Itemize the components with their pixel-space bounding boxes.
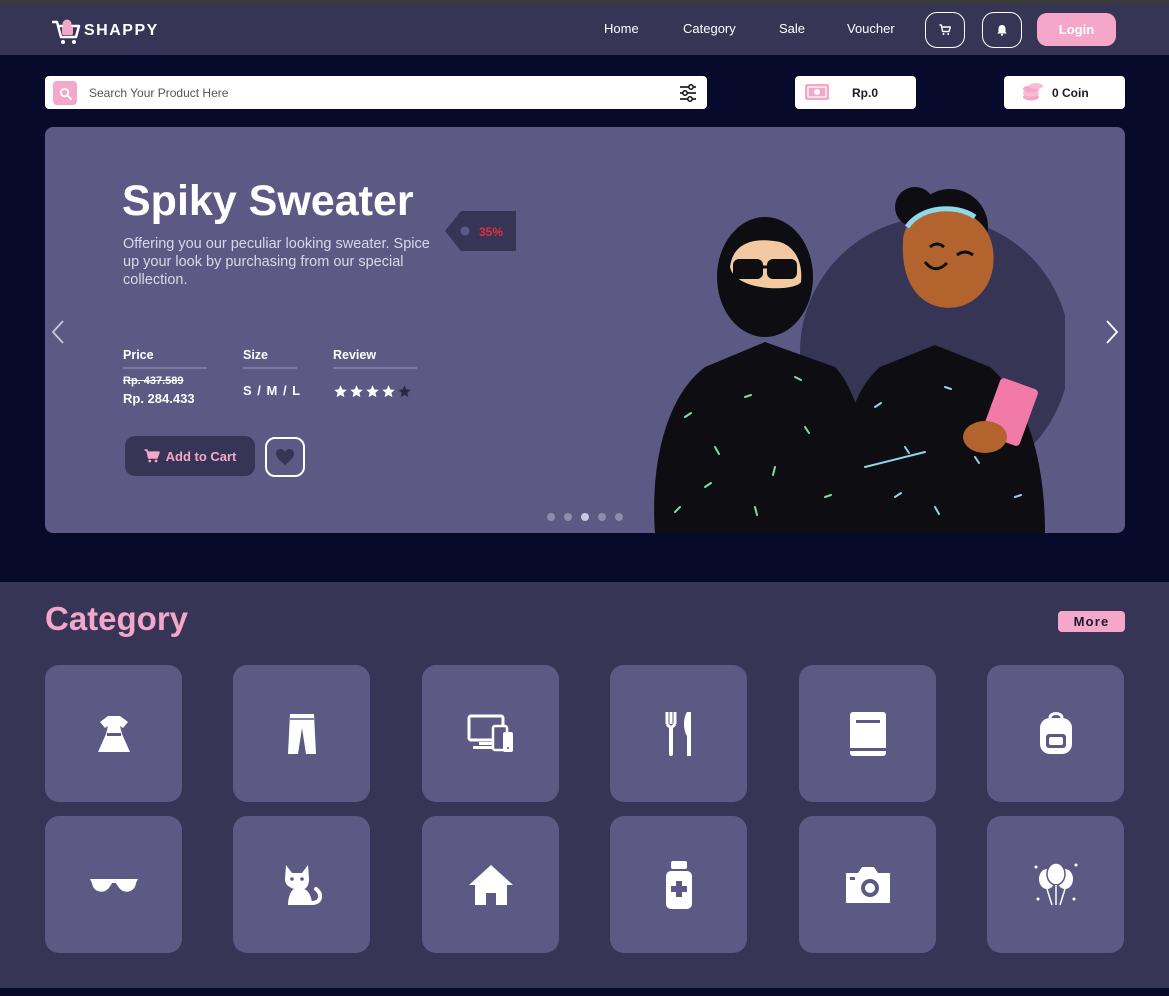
coin-pill[interactable]: 0 Coin xyxy=(1004,76,1125,109)
category-tile-clothing[interactable] xyxy=(45,665,182,802)
star-icon xyxy=(350,385,363,398)
balloons-icon xyxy=(1034,861,1077,905)
discount-badge: 35% xyxy=(479,225,504,239)
add-to-cart-button[interactable]: Add to Cart xyxy=(125,436,255,476)
shopping-cart-icon xyxy=(52,19,81,44)
original-price: Rp. 437.589 xyxy=(123,375,184,387)
category-tile-bags[interactable] xyxy=(987,665,1124,802)
price-label: Price xyxy=(123,348,154,362)
book-icon xyxy=(849,711,886,756)
size-options: S / M / L xyxy=(243,383,302,398)
hero-illustration xyxy=(654,187,1065,533)
nav-voucher[interactable]: Voucher xyxy=(847,21,895,36)
more-button[interactable]: More xyxy=(1058,611,1125,632)
cart-icon xyxy=(144,449,160,463)
star-icon xyxy=(382,385,395,398)
product-title: Spiky Sweater xyxy=(122,177,414,225)
rating-stars xyxy=(333,384,412,399)
home-icon xyxy=(468,864,513,905)
nav-category[interactable]: Category xyxy=(683,21,736,36)
category-tile-accessories[interactable] xyxy=(45,816,182,953)
search-bar xyxy=(45,76,707,109)
category-tile-home[interactable] xyxy=(422,816,559,953)
money-icon xyxy=(805,84,829,100)
category-tile-pants[interactable] xyxy=(233,665,370,802)
discounted-price: Rp. 284.433 xyxy=(123,391,195,406)
divider xyxy=(333,367,417,369)
divider xyxy=(123,367,207,369)
divider xyxy=(243,367,297,369)
sunglasses-icon xyxy=(89,878,138,892)
backpack-icon xyxy=(1039,711,1072,754)
navbar: SHAPPY Home Category Sale Voucher Login xyxy=(0,4,1169,55)
balance-pill[interactable]: Rp.0 xyxy=(795,76,916,109)
category-tile-electronics[interactable] xyxy=(422,665,559,802)
category-section: Category More xyxy=(0,582,1169,988)
login-button[interactable]: Login xyxy=(1037,13,1116,46)
cart-button[interactable] xyxy=(925,12,965,48)
wishlist-button[interactable] xyxy=(265,437,305,477)
coins-icon xyxy=(1023,83,1043,101)
search-input[interactable] xyxy=(89,80,649,106)
dress-icon xyxy=(97,715,130,752)
coin-value: 0 Coin xyxy=(1052,86,1089,100)
medicine-icon xyxy=(665,860,692,909)
star-icon xyxy=(334,385,347,398)
cat-icon xyxy=(284,864,322,905)
category-tile-party[interactable] xyxy=(987,816,1124,953)
nav-home[interactable]: Home xyxy=(604,21,639,36)
category-tile-books[interactable] xyxy=(799,665,936,802)
page-footer-edge xyxy=(0,988,1169,996)
hero-carousel: Spiky Sweater Offering you our peculiar … xyxy=(45,127,1125,533)
star-icon xyxy=(398,385,411,398)
carousel-indicators xyxy=(547,513,623,521)
review-label: Review xyxy=(333,348,377,362)
notification-button[interactable] xyxy=(982,12,1022,48)
nav-sale[interactable]: Sale xyxy=(779,21,805,36)
filter-sliders-icon[interactable] xyxy=(678,83,698,103)
carousel-next-icon[interactable] xyxy=(1101,317,1121,347)
camera-icon xyxy=(845,866,890,903)
category-tile-food[interactable] xyxy=(610,665,747,802)
search-icon xyxy=(59,87,72,100)
brand-logo[interactable]: SHAPPY xyxy=(51,17,159,45)
utensils-icon xyxy=(665,711,691,756)
carousel-dot[interactable] xyxy=(615,513,623,521)
carousel-dot[interactable] xyxy=(581,513,589,521)
add-to-cart-label: Add to Cart xyxy=(165,448,237,464)
category-tile-pets[interactable] xyxy=(233,816,370,953)
size-label: Size xyxy=(243,348,269,362)
category-tile-health[interactable] xyxy=(610,816,747,953)
cart-icon xyxy=(939,24,951,35)
pants-icon xyxy=(287,713,316,754)
brand-name: SHAPPY xyxy=(84,22,159,39)
carousel-dot[interactable] xyxy=(564,513,572,521)
balance-value: Rp.0 xyxy=(852,86,879,100)
star-icon xyxy=(366,385,379,398)
carousel-prev-icon[interactable] xyxy=(49,317,69,347)
bell-icon xyxy=(997,25,1007,36)
devices-icon xyxy=(467,714,513,752)
product-description: Offering you our peculiar looking sweate… xyxy=(123,236,430,288)
search-button[interactable] xyxy=(53,81,77,105)
category-title: Category xyxy=(45,600,189,637)
category-tile-photography[interactable] xyxy=(799,816,936,953)
carousel-dot[interactable] xyxy=(547,513,555,521)
heart-icon xyxy=(276,449,294,465)
carousel-dot[interactable] xyxy=(598,513,606,521)
